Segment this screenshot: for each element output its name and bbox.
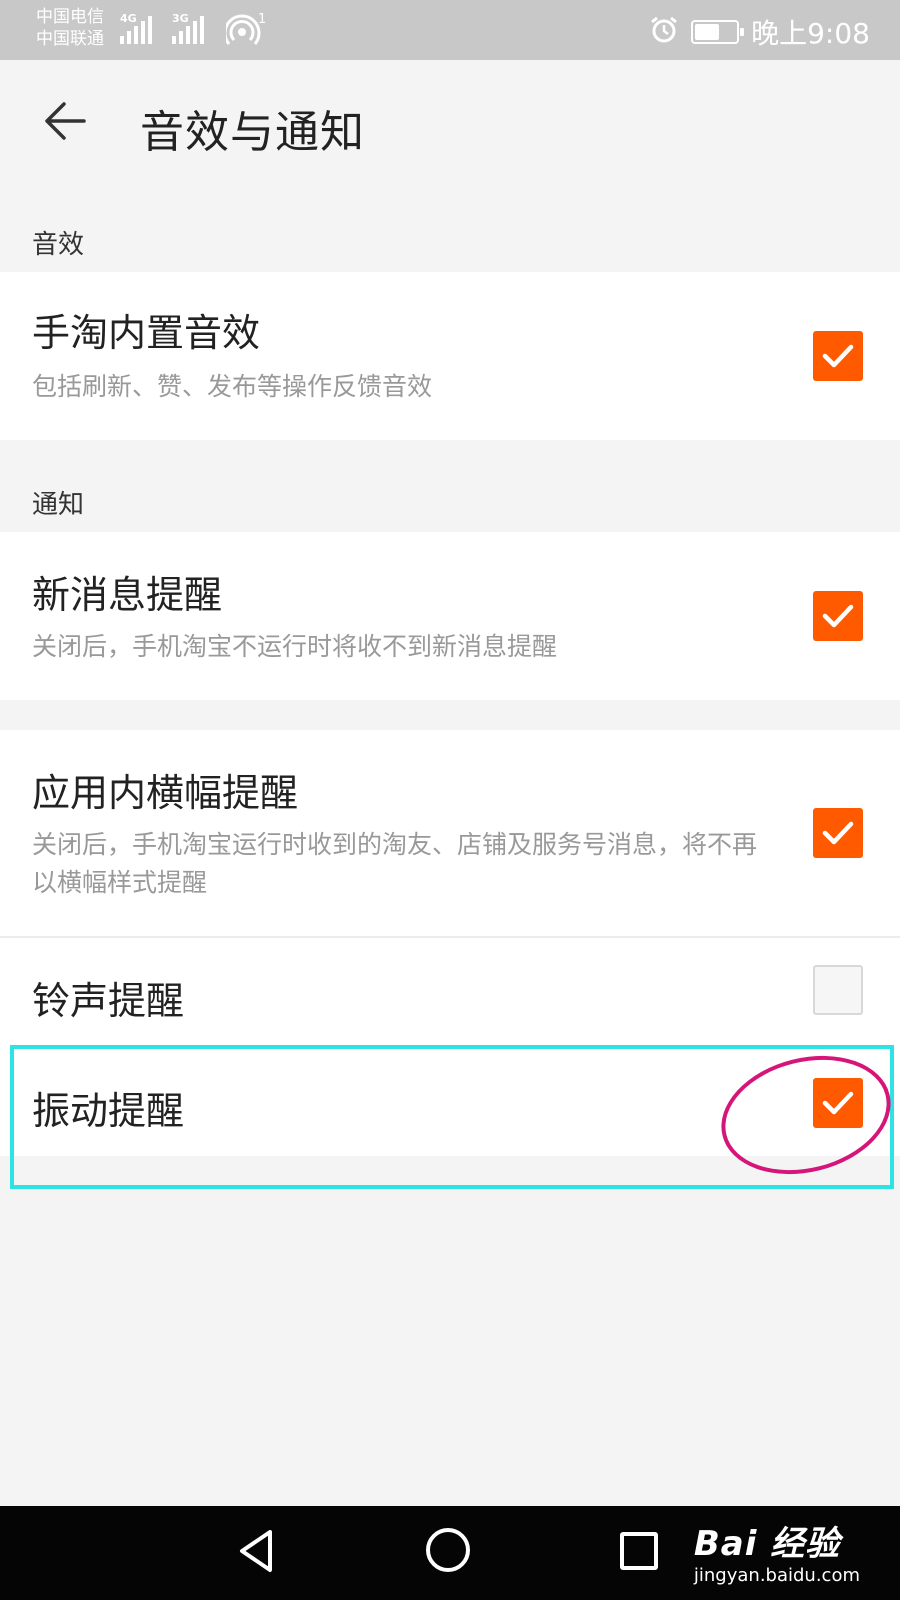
setting-title: 新消息提醒 bbox=[32, 573, 223, 617]
net-type-2: 3G bbox=[172, 12, 189, 25]
setting-title: 应用内横幅提醒 bbox=[32, 771, 299, 815]
clock: 晚上9:08 bbox=[751, 17, 870, 50]
status-right: 晚上9:08 bbox=[649, 12, 870, 52]
checkbox-ringtone[interactable] bbox=[813, 965, 863, 1015]
nav-home-button[interactable] bbox=[426, 1528, 470, 1572]
nav-back-button[interactable] bbox=[236, 1528, 276, 1578]
net-type-1: 4G bbox=[120, 12, 137, 25]
checkbox-new-message[interactable] bbox=[813, 591, 863, 641]
watermark-brand: Bai 经验 bbox=[693, 1524, 841, 1564]
system-nav-bar: Bai 经验 jingyan.baidu.com bbox=[0, 1506, 900, 1600]
page-title: 音效与通知 bbox=[140, 107, 365, 158]
alarm-icon bbox=[649, 15, 679, 49]
carrier-labels: 中国电信 中国联通 bbox=[36, 6, 104, 50]
setting-title: 铃声提醒 bbox=[32, 979, 185, 1023]
setting-row-ringtone[interactable]: 铃声提醒 bbox=[0, 938, 900, 1046]
status-bar: 中国电信 中国联通 4G 3G 1 晚上9:08 bbox=[0, 0, 900, 60]
arrow-left-icon bbox=[45, 102, 86, 140]
checkbox-in-app-banner[interactable] bbox=[813, 808, 863, 858]
setting-row-in-app-banner[interactable]: 应用内横幅提醒 关闭后，手机淘宝运行时收到的淘友、店铺及服务号消息，将不再以横幅… bbox=[0, 730, 900, 936]
setting-row-new-message[interactable]: 新消息提醒 关闭后，手机淘宝不运行时将收不到新消息提醒 bbox=[0, 532, 900, 700]
setting-subtitle: 关闭后，手机淘宝不运行时将收不到新消息提醒 bbox=[32, 632, 558, 661]
app-header: 音效与通知 bbox=[0, 60, 900, 180]
carrier-2: 中国联通 bbox=[36, 29, 104, 49]
setting-title: 手淘内置音效 bbox=[32, 311, 261, 355]
signal-icon-2: 3G bbox=[172, 12, 204, 44]
section-label-notify: 通知 bbox=[32, 490, 85, 520]
setting-subtitle: 关闭后，手机淘宝运行时收到的淘友、店铺及服务号消息，将不再以横幅样式提醒 bbox=[32, 830, 758, 897]
setting-subtitle: 包括刷新、赞、发布等操作反馈音效 bbox=[32, 372, 433, 401]
watermark-url: jingyan.baidu.com bbox=[693, 1565, 860, 1586]
triangle-back-icon bbox=[240, 1530, 272, 1572]
section-label-sound: 音效 bbox=[32, 230, 85, 260]
signal-icon: 4G bbox=[120, 12, 152, 44]
baidu-jingyan-watermark: Bai 经验 jingyan.baidu.com bbox=[694, 1516, 860, 1586]
wifi-hotspot-icon: 1 bbox=[223, 12, 266, 50]
hotspot-count: 1 bbox=[258, 12, 267, 27]
back-button[interactable] bbox=[40, 98, 90, 144]
carrier-1: 中国电信 bbox=[36, 7, 104, 27]
battery-icon bbox=[691, 20, 745, 44]
checkbox-builtin-sound[interactable] bbox=[813, 331, 863, 381]
nav-recents-button[interactable] bbox=[620, 1532, 658, 1570]
setting-row-builtin-sound[interactable]: 手淘内置音效 包括刷新、赞、发布等操作反馈音效 bbox=[0, 272, 900, 440]
